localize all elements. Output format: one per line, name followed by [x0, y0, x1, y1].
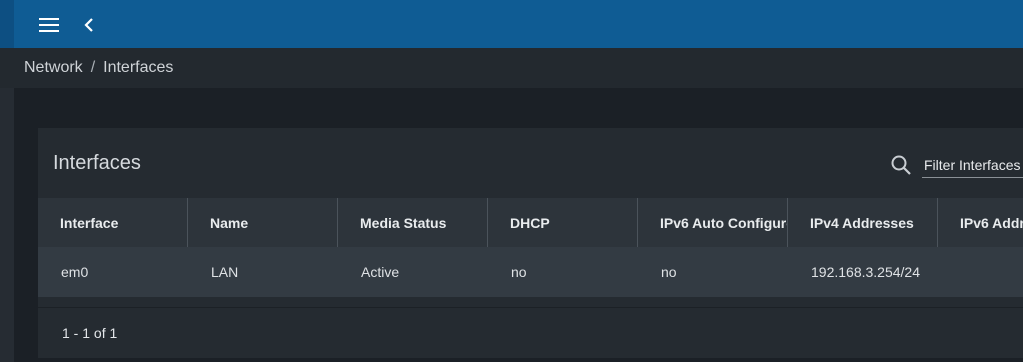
hamburger-menu-icon[interactable] [36, 12, 62, 38]
column-header-ipv4-addresses[interactable]: IPv4 Addresses [788, 198, 938, 247]
cell-media-status: Active [361, 264, 400, 280]
table-row[interactable]: em0 LAN Active no no 192.168.3.254/24 [38, 247, 1023, 297]
column-header-ipv6-auto-configure[interactable]: IPv6 Auto Configure [638, 198, 788, 247]
column-header-interface[interactable]: Interface [38, 198, 188, 247]
breadcrumb-item-interfaces: Interfaces [103, 59, 174, 76]
column-header-ipv6-addresses[interactable]: IPv6 Addresses [938, 198, 1023, 247]
column-header-dhcp[interactable]: DHCP [488, 198, 638, 247]
cell-ipv6-auto-configure: no [661, 264, 677, 280]
cell-interface: em0 [61, 264, 89, 280]
column-header-media-status[interactable]: Media Status [338, 198, 488, 247]
cell-dhcp: no [511, 264, 527, 280]
top-toolbar [0, 0, 1023, 48]
cell-ipv6-addresses [938, 247, 1023, 297]
chevron-left-icon[interactable] [76, 12, 102, 38]
filter-interfaces-input[interactable] [922, 152, 1023, 178]
search-icon [891, 155, 911, 175]
filter-box [890, 152, 1023, 178]
table-footer: 1 - 1 of 1 [38, 307, 1023, 358]
breadcrumb-separator: / [90, 59, 96, 76]
pagination-range: 1 - 1 of 1 [62, 325, 118, 341]
cell-ipv4-addresses: 192.168.3.254/24 [811, 264, 920, 280]
breadcrumb: Network / Interfaces [0, 48, 1023, 88]
table-header: Interface Name Media Status DHCP IPv6 Au… [38, 198, 1023, 247]
left-edge-strip [0, 88, 14, 362]
card-title: Interfaces [53, 152, 141, 174]
column-header-name[interactable]: Name [188, 198, 338, 247]
interfaces-card: Interfaces Interface Name Media Status D… [38, 128, 1023, 358]
breadcrumb-item-network[interactable]: Network [24, 59, 83, 77]
cell-name: LAN [211, 264, 239, 280]
